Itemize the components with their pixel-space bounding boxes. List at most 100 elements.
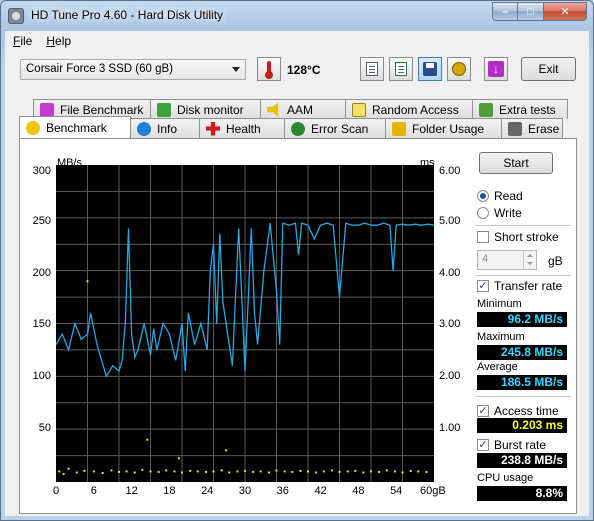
tab-folder-usage[interactable]: Folder Usage: [385, 118, 502, 138]
access-time-point: [110, 469, 113, 472]
access-time-point: [346, 470, 349, 473]
x-tick-label: 24: [201, 485, 214, 497]
burst-rate-check[interactable]: ✓: [477, 439, 489, 451]
options-icon: [452, 62, 466, 76]
menu-help[interactable]: Help: [46, 34, 71, 48]
copy-screenshot-button[interactable]: [389, 57, 413, 81]
disk-monitor-icon: [157, 102, 171, 117]
y2-tick-label: 4.00: [439, 267, 461, 279]
start-button[interactable]: Start: [479, 152, 553, 174]
short-stroke-check[interactable]: [477, 231, 489, 243]
access-time-point: [267, 471, 270, 474]
access-time-point: [196, 470, 199, 473]
access-time-checkbox[interactable]: ✓ Access time: [477, 404, 559, 418]
access-time-point: [189, 469, 192, 472]
tab-extra-tests[interactable]: Extra tests: [472, 99, 568, 119]
maximize-button[interactable]: □: [518, 2, 544, 21]
tab-erase[interactable]: Erase: [501, 118, 563, 138]
access-time-point: [118, 470, 120, 473]
tab-benchmark[interactable]: Benchmark: [19, 116, 131, 138]
health-icon: [206, 121, 220, 136]
tab-health[interactable]: Health: [199, 118, 285, 138]
access-time-point: [244, 469, 246, 472]
access-time-point: [236, 470, 239, 473]
average-value: 186.5 MB/s: [477, 375, 567, 390]
access-time-point: [322, 470, 325, 473]
access-time-point: [173, 470, 176, 473]
y-tick-label: 50: [38, 422, 51, 434]
access-time-point: [67, 467, 70, 470]
access-time-point: [125, 470, 128, 473]
access-time-point: [299, 469, 302, 472]
average-label: Average: [477, 361, 518, 373]
short-stroke-unit: gB: [548, 254, 563, 268]
drive-select[interactable]: Corsair Force 3 SSD (60 gB): [20, 59, 246, 80]
copy-text-button[interactable]: [360, 57, 384, 81]
exit-button[interactable]: Exit: [521, 57, 576, 81]
access-time-point: [307, 470, 309, 473]
minimize-button[interactable]: –: [492, 2, 518, 21]
tab-disk-monitor[interactable]: Disk monitor: [150, 99, 261, 119]
error-scan-icon: [291, 121, 305, 136]
extra-tests-icon: [479, 102, 493, 117]
access-time-check[interactable]: ✓: [477, 405, 489, 417]
access-time-point: [75, 471, 78, 474]
x-tick-label: 54: [390, 485, 403, 497]
menu-bar: File Help: [5, 31, 589, 51]
y-tick-label: 200: [32, 267, 51, 279]
access-time-point: [401, 471, 404, 474]
access-time-point: [149, 470, 152, 473]
tab-aam[interactable]: AAM: [260, 99, 346, 119]
access-time-point: [370, 470, 372, 473]
spinner-arrows-icon[interactable]: [523, 251, 536, 269]
access-time-point: [165, 469, 168, 472]
maximum-label: Maximum: [477, 331, 525, 343]
y2-tick-label: 2.00: [439, 370, 461, 382]
read-radio[interactable]: Read: [477, 189, 523, 203]
transfer-rate-checkbox[interactable]: ✓ Transfer rate: [477, 279, 562, 293]
short-stroke-spinner[interactable]: 4: [477, 250, 537, 270]
close-button[interactable]: ✕: [544, 2, 587, 21]
benchmark-icon: [26, 120, 40, 135]
thermometer-icon: [257, 57, 281, 81]
access-time-point: [225, 449, 228, 452]
save-button[interactable]: [418, 57, 442, 81]
access-time-point: [212, 470, 215, 473]
access-time-point: [417, 470, 420, 473]
tab-error-scan[interactable]: Error Scan: [284, 118, 386, 138]
access-time-point: [228, 471, 231, 474]
access-time-point: [92, 470, 95, 473]
y-tick-label: 300: [32, 165, 51, 177]
burst-rate-checkbox[interactable]: ✓ Burst rate: [477, 438, 546, 452]
read-radio-dot[interactable]: [477, 190, 489, 202]
burst-rate-value: 238.8 MB/s: [477, 453, 567, 468]
title-bar: HD Tune Pro 4.60 - Hard Disk Utility – □…: [1, 1, 593, 31]
write-radio[interactable]: Write: [477, 206, 522, 220]
window-title: HD Tune Pro 4.60 - Hard Disk Utility: [31, 8, 224, 22]
copy-text-icon: [366, 62, 378, 76]
access-time-point: [291, 470, 294, 473]
access-time-point: [385, 469, 388, 472]
options-button[interactable]: [447, 57, 471, 81]
erase-icon: [508, 121, 522, 136]
write-radio-dot[interactable]: [477, 207, 489, 219]
access-time-point: [204, 470, 207, 473]
copy-screenshot-icon: [395, 62, 407, 76]
download-button[interactable]: ↓: [484, 57, 508, 81]
drive-select-value: Corsair Force 3 SSD (60 gB): [26, 63, 173, 75]
access-time-point: [133, 471, 136, 474]
short-stroke-checkbox[interactable]: Short stroke: [477, 230, 559, 244]
save-icon: [423, 62, 437, 76]
access-time-point: [354, 469, 357, 472]
transfer-rate-check[interactable]: ✓: [477, 280, 489, 292]
access-time-point: [275, 469, 278, 472]
main-window: HD Tune Pro 4.60 - Hard Disk Utility – □…: [0, 0, 594, 521]
tab-info[interactable]: Info: [130, 118, 200, 138]
tab-random-access[interactable]: Random Access: [345, 99, 473, 119]
x-tick-label: 42: [314, 485, 327, 497]
temperature-readout: 128°C: [287, 63, 321, 77]
access-time-point: [141, 468, 144, 471]
access-time-point: [252, 470, 255, 473]
menu-file[interactable]: File: [13, 34, 32, 48]
caption-buttons: – □ ✕: [492, 2, 587, 21]
